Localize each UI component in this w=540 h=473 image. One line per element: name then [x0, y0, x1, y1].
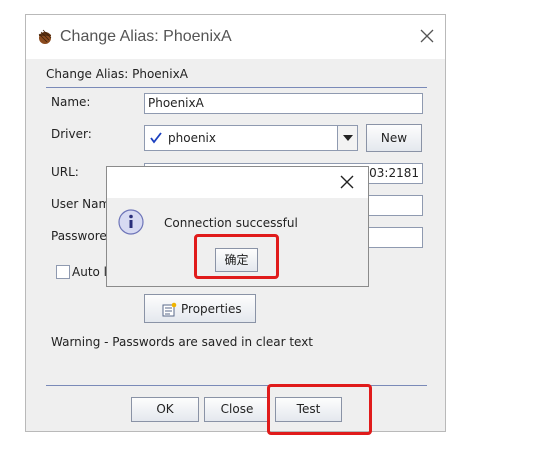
- window-title: Change Alias: PhoenixA: [60, 28, 232, 45]
- dialog-message: Connection successful: [164, 216, 298, 230]
- auto-logon-checkbox[interactable]: [56, 265, 70, 279]
- password-label: Passwore: [51, 229, 107, 243]
- properties-icon: [162, 302, 177, 317]
- name-field[interactable]: PhoenixA: [144, 93, 423, 114]
- driver-select[interactable]: phoenix: [144, 125, 358, 151]
- acorn-icon: [38, 29, 52, 44]
- new-driver-button[interactable]: New: [366, 124, 422, 152]
- test-highlight-box: [267, 384, 372, 435]
- warning-text: Warning - Passwords are saved in clear t…: [51, 335, 314, 349]
- ok-button[interactable]: OK: [131, 397, 199, 422]
- close-icon[interactable]: [340, 175, 354, 189]
- divider: [46, 87, 427, 88]
- dropdown-arrow-icon: [343, 135, 353, 141]
- confirm-highlight-box: [194, 234, 279, 279]
- user-name-label: User Nam: [51, 197, 111, 211]
- dropdown-button[interactable]: [337, 126, 357, 150]
- name-label: Name:: [51, 95, 91, 109]
- close-button[interactable]: Close: [204, 397, 270, 422]
- driver-value: phoenix: [168, 131, 216, 145]
- checkmark-icon: [150, 132, 162, 144]
- close-icon[interactable]: [418, 27, 436, 45]
- title-bar: Change Alias: PhoenixA: [26, 15, 445, 59]
- panel-title: Change Alias: PhoenixA: [46, 67, 188, 81]
- properties-label: Properties: [181, 302, 242, 316]
- properties-button[interactable]: Properties: [144, 294, 256, 323]
- url-label: URL:: [51, 165, 79, 179]
- driver-label: Driver:: [51, 127, 92, 141]
- dialog-title-bar: [107, 167, 368, 198]
- info-icon: [118, 209, 144, 235]
